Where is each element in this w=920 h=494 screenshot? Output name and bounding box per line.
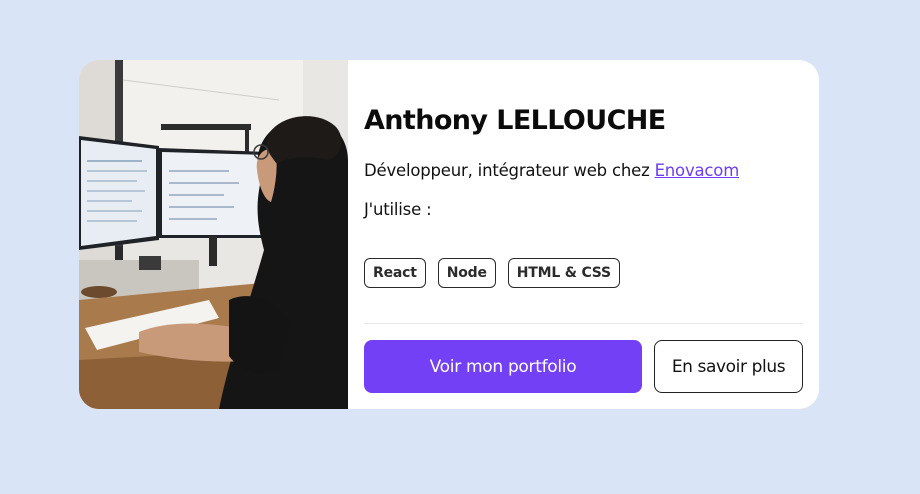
role-text: Développeur, intégrateur web chez xyxy=(364,161,655,180)
skill-tag-node: Node xyxy=(437,258,496,288)
profile-photo xyxy=(79,60,348,409)
uses-label: J'utilise : xyxy=(364,200,432,219)
profile-role: Développeur, intégrateur web chez Enovac… xyxy=(364,159,739,183)
profile-details: Anthony LELLOUCHE Développeur, intégrate… xyxy=(348,60,819,409)
skill-tag-html-css: HTML & CSS xyxy=(507,258,620,288)
company-link[interactable]: Enovacom xyxy=(655,161,740,180)
skill-tag-react: React xyxy=(364,258,426,288)
view-portfolio-button[interactable]: Voir mon portfolio xyxy=(364,340,642,393)
profile-card: Anthony LELLOUCHE Développeur, intégrate… xyxy=(79,60,819,409)
learn-more-button[interactable]: En savoir plus xyxy=(654,340,803,393)
divider xyxy=(364,323,803,324)
skill-tags: React Node HTML & CSS xyxy=(364,258,620,288)
profile-name: Anthony LELLOUCHE xyxy=(364,105,666,136)
